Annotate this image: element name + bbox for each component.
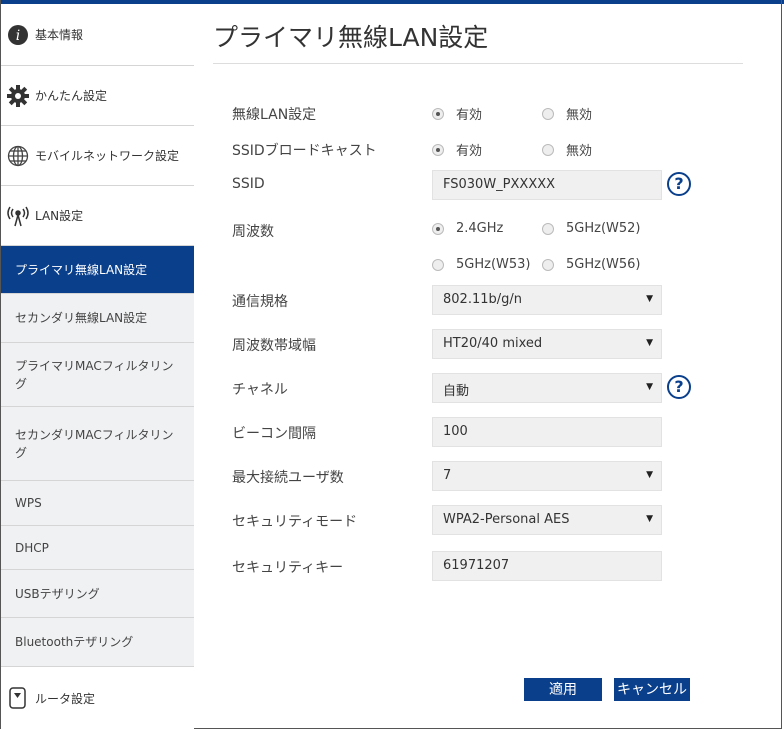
sidebar-item-basic-info[interactable]: i 基本情報 — [1, 4, 194, 66]
router-icon — [7, 687, 29, 709]
ssid-label: SSID — [232, 176, 265, 192]
seckey-row: セキュリティキー 61971207 — [195, 551, 782, 581]
channel-select[interactable]: 自動 — [432, 373, 662, 403]
maxusers-label: 最大接続ユーザ数 — [232, 470, 344, 486]
beacon-label: ビーコン間隔 — [232, 426, 316, 442]
freq-w52-radio[interactable]: 5GHz(W52) — [542, 221, 640, 236]
main-content: プライマリ無線LAN設定 無線LAN設定 有効 無効 SSIDブロードキャスト … — [195, 4, 782, 728]
standard-label: 通信規格 — [232, 294, 288, 310]
seckey-input[interactable]: 61971207 — [432, 551, 662, 581]
sidebar-item-secondary-mac-filter[interactable]: セカンダリMACフィルタリング — [1, 407, 194, 481]
sidebar-item-easy-setup[interactable]: かんたん設定 — [1, 66, 194, 126]
sidebar-item-label: かんたん設定 — [35, 89, 108, 103]
maxusers-row: 最大接続ユーザ数 7 — [195, 461, 782, 491]
standard-select[interactable]: 802.11b/g/n — [432, 285, 662, 315]
sidebar-item-label: プライマリ無線LAN設定 — [15, 262, 148, 277]
sidebar-item-lan[interactable]: LAN設定 — [1, 186, 194, 246]
wlan-disable-radio[interactable]: 無効 — [542, 104, 592, 123]
sidebar-item-label: モバイルネットワーク設定 — [35, 149, 180, 163]
freq-w56-radio[interactable]: 5GHz(W56) — [542, 257, 640, 272]
sidebar-item-label: WPS — [15, 496, 42, 510]
standard-row: 通信規格 802.11b/g/n — [195, 285, 782, 315]
broadcast-disable-radio[interactable]: 無効 — [542, 140, 592, 159]
sidebar-item-label: DHCP — [15, 540, 49, 555]
help-icon[interactable]: ? — [667, 375, 691, 399]
sidebar-item-dhcp[interactable]: DHCP — [1, 526, 194, 570]
help-icon[interactable]: ? — [667, 172, 691, 196]
secmode-select[interactable]: WPA2-Personal AES — [432, 505, 662, 535]
sidebar-item-label: LAN設定 — [35, 209, 84, 223]
freq-w53-radio[interactable]: 5GHz(W53) — [432, 257, 530, 272]
ssid-row: SSID FS030W_PXXXXX ? — [195, 170, 782, 200]
sidebar-item-wps[interactable]: WPS — [1, 481, 194, 526]
beacon-input[interactable]: 100 — [432, 417, 662, 447]
page-title: プライマリ無線LAN設定 — [213, 23, 489, 52]
broadcast-enable-radio[interactable]: 有効 — [432, 140, 482, 159]
antenna-icon — [7, 205, 29, 227]
sidebar-item-mobile-network[interactable]: モバイルネットワーク設定 — [1, 126, 194, 186]
bandwidth-row: 周波数帯域幅 HT20/40 mixed — [195, 329, 782, 359]
bandwidth-select[interactable]: HT20/40 mixed — [432, 329, 662, 359]
beacon-row: ビーコン間隔 100 — [195, 417, 782, 447]
freq-24-radio[interactable]: 2.4GHz — [432, 221, 503, 236]
frequency-row: 周波数 2.4GHz 5GHz(W52) — [195, 215, 782, 245]
secmode-row: セキュリティモード WPA2-Personal AES — [195, 505, 782, 535]
sidebar-item-primary-wlan[interactable]: プライマリ無線LAN設定 — [1, 246, 194, 294]
broadcast-label: SSIDブロードキャスト — [232, 143, 377, 159]
sidebar-item-label: Bluetoothテザリング — [15, 635, 134, 649]
svg-text:i: i — [16, 28, 20, 44]
frequency-row-2: 5GHz(W53) 5GHz(W56) — [195, 251, 782, 281]
wlan-label: 無線LAN設定 — [232, 107, 317, 123]
gear-icon — [7, 84, 29, 107]
sidebar-item-label: プライマリMACフィルタリング — [15, 358, 174, 391]
secmode-label: セキュリティモード — [232, 514, 358, 530]
sidebar-item-label: セカンダリ無線LAN設定 — [15, 311, 148, 325]
globe-icon — [7, 145, 29, 167]
ssid-input[interactable]: FS030W_PXXXXX — [432, 170, 662, 200]
channel-row: チャネル 自動 ? — [195, 373, 782, 403]
maxusers-select[interactable]: 7 — [432, 461, 662, 491]
sidebar: i 基本情報 かんたん設定 モバイルネットワーク設定 LAN設定 プライマリ無線… — [1, 4, 194, 729]
sidebar-item-label: セカンダリMACフィルタリング — [15, 427, 174, 460]
info-icon: i — [7, 24, 29, 46]
cancel-button[interactable]: キャンセル — [614, 678, 690, 701]
sidebar-item-label: USBテザリング — [15, 586, 100, 601]
wlan-row: 無線LAN設定 有効 無効 — [195, 98, 782, 128]
seckey-label: セキュリティキー — [232, 560, 344, 576]
sidebar-item-bluetooth-tethering[interactable]: Bluetoothテザリング — [1, 618, 194, 667]
frequency-label: 周波数 — [232, 224, 274, 240]
bandwidth-label: 周波数帯域幅 — [232, 338, 316, 354]
apply-button[interactable]: 適用 — [524, 678, 602, 701]
sidebar-item-label: 基本情報 — [35, 28, 84, 42]
sidebar-item-primary-mac-filter[interactable]: プライマリMACフィルタリング — [1, 343, 194, 407]
divider — [213, 63, 743, 64]
sidebar-item-label: ルータ設定 — [35, 691, 96, 706]
channel-label: チャネル — [232, 382, 288, 398]
sidebar-item-usb-tethering[interactable]: USBテザリング — [1, 570, 194, 618]
sidebar-item-secondary-wlan[interactable]: セカンダリ無線LAN設定 — [1, 294, 194, 343]
sidebar-item-router-settings[interactable]: ルータ設定 — [1, 667, 194, 729]
wlan-enable-radio[interactable]: 有効 — [432, 104, 482, 123]
broadcast-row: SSIDブロードキャスト 有効 無効 — [195, 134, 782, 164]
